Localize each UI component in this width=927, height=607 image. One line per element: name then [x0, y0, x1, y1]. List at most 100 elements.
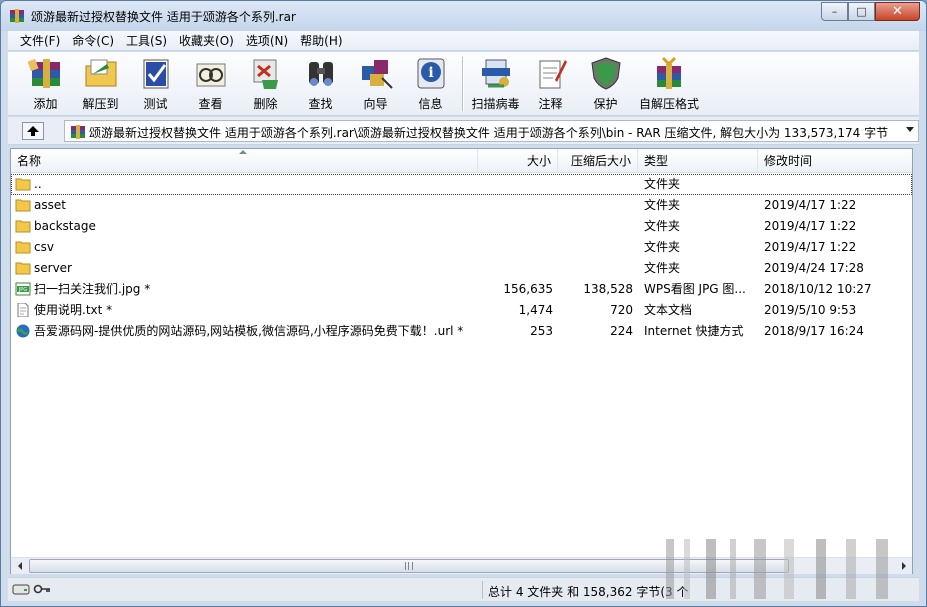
- extract-to-button[interactable]: 解压到: [73, 52, 128, 114]
- up-arrow-icon: [27, 126, 39, 136]
- table-row[interactable]: server 文件夹 2019/4/24 17:28: [11, 258, 912, 279]
- protect-label: 保护: [593, 97, 618, 111]
- maximize-button[interactable]: □: [848, 2, 875, 21]
- name-cell: ..: [15, 174, 479, 195]
- table-row[interactable]: 使用说明.txt * 1,474 720 文本文档 2019/5/10 9:53: [11, 300, 912, 321]
- virus-scan-button[interactable]: 扫描病毒: [468, 52, 523, 114]
- column-packed[interactable]: 压缩后大小: [558, 149, 638, 173]
- toolbar-separator: [462, 57, 464, 111]
- extract-to-icon: [82, 55, 120, 91]
- window-controls: – □ ✕: [821, 2, 920, 21]
- comment-button[interactable]: 注释: [523, 52, 578, 114]
- menu-commands[interactable]: 命令(C): [66, 31, 120, 51]
- folder-icon: [15, 220, 31, 233]
- delete-icon: [247, 55, 285, 91]
- column-modified[interactable]: 修改时间: [758, 149, 912, 173]
- delete-button[interactable]: 删除: [238, 52, 293, 114]
- menu-help[interactable]: 帮助(H): [294, 31, 348, 51]
- column-type[interactable]: 类型: [638, 149, 758, 173]
- chevron-down-icon[interactable]: [906, 127, 914, 132]
- file-list[interactable]: 名称 大小 压缩后大小 类型 修改时间 .. 文件夹 asset 文件夹 201…: [10, 148, 913, 574]
- table-row[interactable]: 吾爱源码网-提供优质的网站源码,网站模板,微信源码,小程序源码免费下载！.url…: [11, 321, 912, 342]
- file-size: [479, 216, 553, 237]
- winrar-app-icon: [10, 9, 24, 23]
- name-cell: backstage: [15, 216, 479, 237]
- wizard-icon: [357, 55, 395, 91]
- grip-icon: [405, 562, 413, 570]
- file-type: 文件夹: [644, 219, 681, 233]
- up-folder-button[interactable]: [22, 122, 44, 140]
- address-combobox[interactable]: 颂游最新过授权替换文件 适用于颂游各个系列.rar\颂游最新过授权替换文件 适用…: [64, 120, 919, 142]
- file-name: ..: [34, 177, 42, 191]
- file-packed: [559, 216, 633, 237]
- column-size[interactable]: 大小: [478, 149, 558, 173]
- protect-icon: [587, 55, 625, 91]
- protect-button[interactable]: 保护: [578, 52, 633, 114]
- find-button[interactable]: 查找: [293, 52, 348, 114]
- menu-favorites[interactable]: 收藏夹(O): [173, 31, 240, 51]
- file-type: 文件夹: [644, 198, 681, 212]
- file-type: 文件夹: [644, 240, 681, 254]
- file-size: 156,635: [503, 282, 553, 296]
- file-name: backstage: [34, 219, 96, 233]
- status-divider: [482, 581, 483, 599]
- delete-label: 删除: [253, 97, 278, 111]
- table-row[interactable]: backstage 文件夹 2019/4/17 1:22: [11, 216, 912, 237]
- menu-tools[interactable]: 工具(S): [120, 31, 173, 51]
- status-icons: [12, 582, 51, 596]
- view-icon: [192, 55, 230, 91]
- file-modified: 2019/4/24 17:28: [764, 261, 864, 275]
- wizard-button[interactable]: 向导: [348, 52, 403, 114]
- file-modified: [764, 174, 912, 195]
- file-rows: .. 文件夹 asset 文件夹 2019/4/17 1:22 backstag…: [11, 174, 912, 342]
- view-button[interactable]: 查看: [183, 52, 238, 114]
- info-button[interactable]: i 信息: [403, 52, 458, 114]
- scroll-left-button[interactable]: [11, 558, 28, 574]
- add-archive-icon: [27, 55, 65, 91]
- add-button[interactable]: 添加: [18, 52, 73, 114]
- close-button[interactable]: ✕: [875, 2, 920, 21]
- folder-icon: [15, 241, 31, 254]
- file-size: 1,474: [518, 303, 553, 317]
- file-size: [479, 237, 553, 258]
- sfx-icon: [650, 55, 688, 91]
- window-title: 颂游最新过授权替换文件 适用于颂游各个系列.rar: [31, 10, 296, 24]
- find-icon: [302, 55, 340, 91]
- folder-icon: [15, 262, 31, 275]
- test-label: 测试: [143, 97, 168, 111]
- table-row[interactable]: JPG 扫一扫关注我们.jpg * 156,635 138,528 WPS看图 …: [11, 279, 912, 300]
- file-modified: 2019/4/17 1:22: [764, 240, 857, 254]
- file-name: asset: [34, 198, 66, 212]
- test-icon: [137, 55, 175, 91]
- table-row[interactable]: asset 文件夹 2019/4/17 1:22: [11, 195, 912, 216]
- svg-text:i: i: [428, 65, 433, 81]
- drive-icon[interactable]: [12, 582, 30, 596]
- file-type: 文本文档: [644, 303, 693, 317]
- minimize-button[interactable]: –: [821, 2, 848, 21]
- file-packed: 720: [610, 303, 633, 317]
- file-size: 253: [530, 324, 553, 338]
- file-packed: [559, 237, 633, 258]
- file-size: [479, 195, 553, 216]
- name-cell: server: [15, 258, 479, 279]
- file-modified: 2018/10/12 10:27: [764, 282, 872, 296]
- rar-archive-icon: [71, 125, 85, 139]
- file-type: Internet 快捷方式: [644, 324, 744, 338]
- table-row[interactable]: .. 文件夹: [11, 174, 912, 195]
- jpeg-file-icon: JPG: [15, 282, 31, 296]
- file-modified: 2019/4/17 1:22: [764, 198, 857, 212]
- menu-file[interactable]: 文件(F): [14, 31, 66, 51]
- table-row[interactable]: csv 文件夹 2019/4/17 1:22: [11, 237, 912, 258]
- file-name: server: [34, 261, 72, 275]
- test-button[interactable]: 测试: [128, 52, 183, 114]
- title-bar[interactable]: 颂游最新过授权替换文件 适用于颂游各个系列.rar – □ ✕: [1, 1, 926, 31]
- key-icon[interactable]: [33, 582, 51, 596]
- file-modified: 2018/9/17 16:24: [764, 324, 864, 338]
- virus-scan-icon: [477, 55, 515, 91]
- sfx-button[interactable]: 自解压格式: [633, 52, 705, 114]
- file-size: [479, 258, 553, 279]
- sort-ascending-icon: [239, 150, 247, 154]
- menu-options[interactable]: 选项(N): [240, 31, 294, 51]
- file-modified: 2019/5/10 9:53: [764, 303, 857, 317]
- find-label: 查找: [308, 97, 333, 111]
